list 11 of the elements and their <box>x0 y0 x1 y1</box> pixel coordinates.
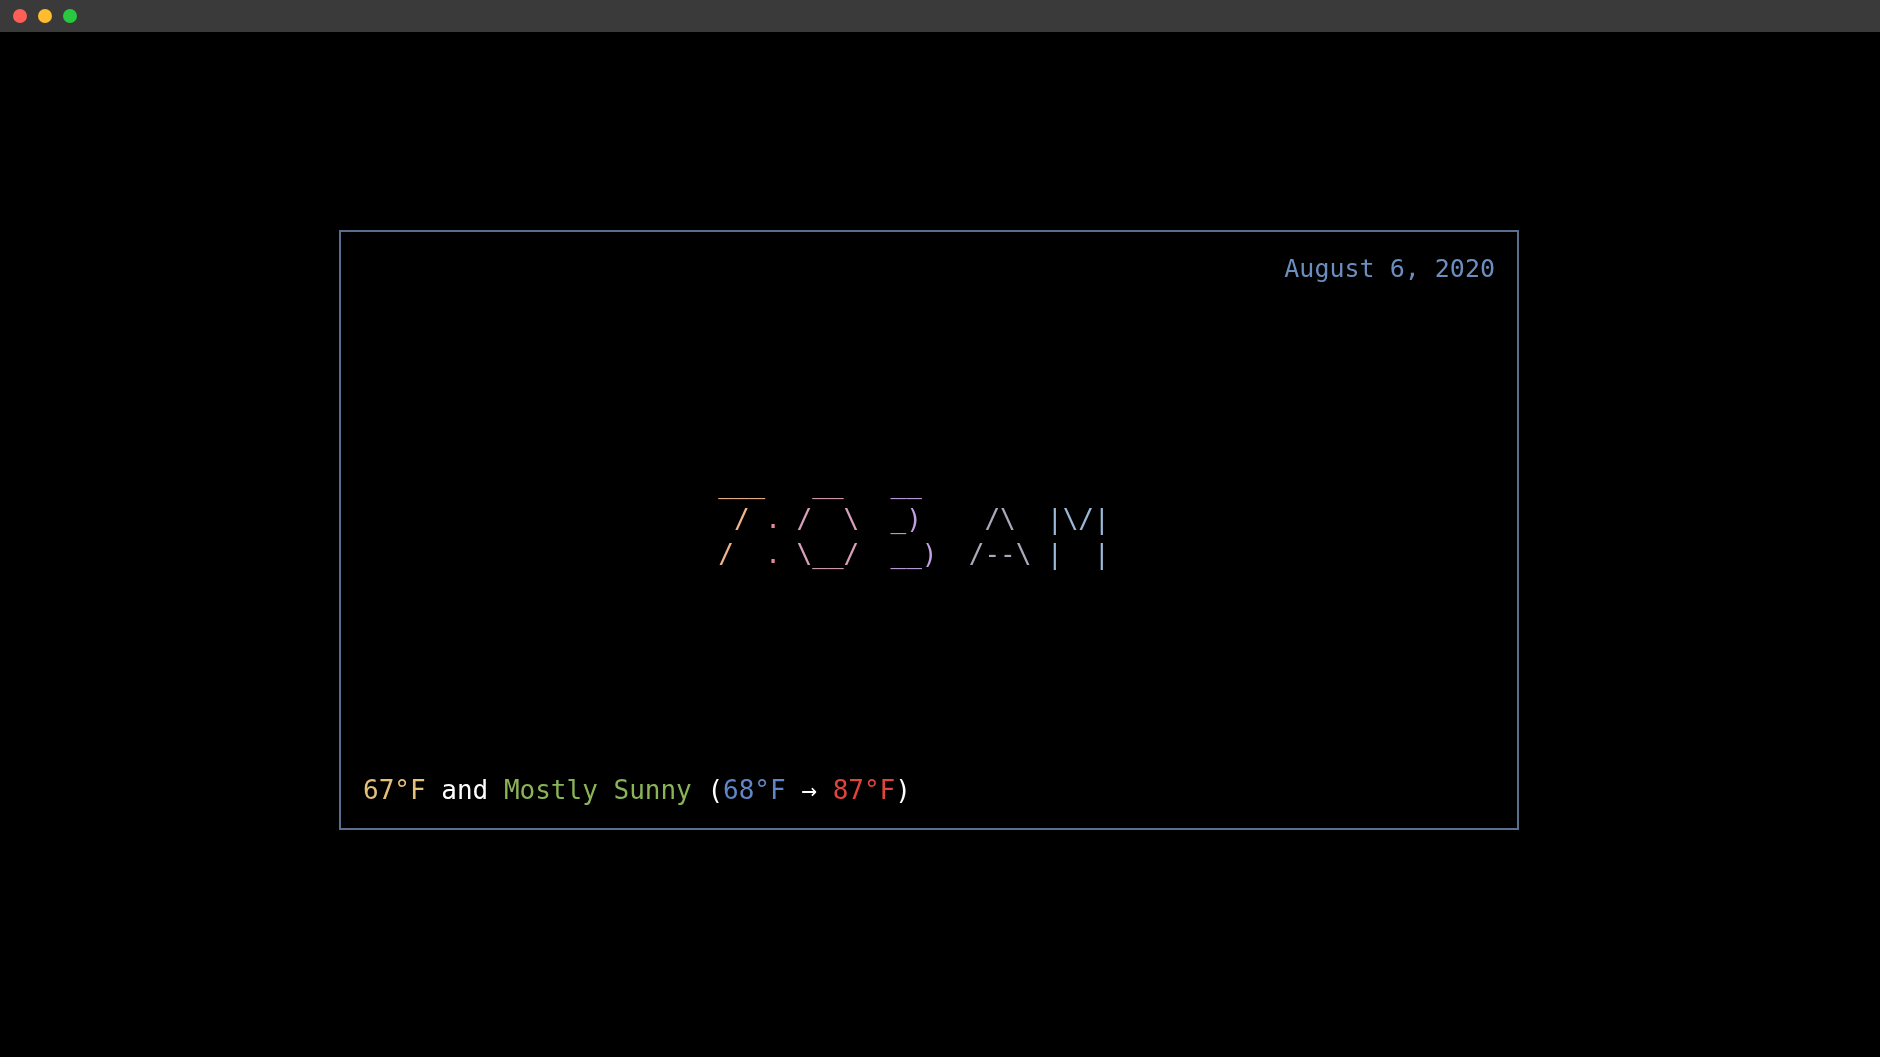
window-control-button[interactable] <box>13 9 27 23</box>
ascii-digit: /\ /--\ <box>967 502 1032 571</box>
ascii-digit: . . <box>765 502 781 571</box>
ascii-digit: |\/| | | <box>1046 502 1110 572</box>
date-text: August 6, 2020 <box>1284 253 1495 285</box>
ascii-digit: __ / \ \__/ <box>795 467 860 571</box>
weather-text: 67°F and Mostly Sunny (68°F → 87°F) <box>363 774 912 807</box>
window-control-button[interactable] <box>38 9 52 23</box>
ascii-digit: __ _) __) <box>889 467 938 571</box>
ascii-digit: ___ / / <box>718 467 766 571</box>
window-control-button[interactable] <box>63 9 77 23</box>
